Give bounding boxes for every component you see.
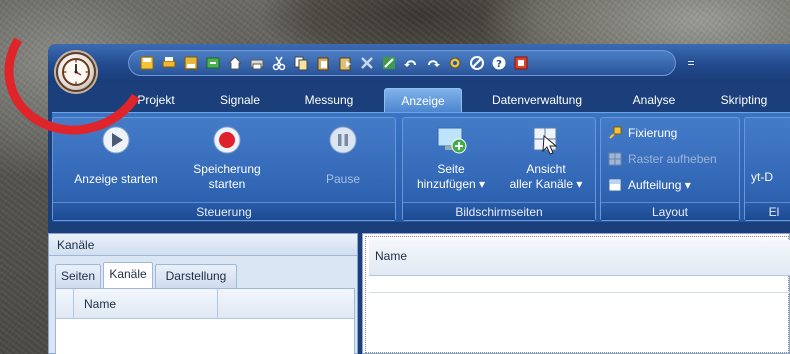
- tab-datenverwaltung[interactable]: Datenverwaltung: [472, 88, 602, 112]
- record-icon: [213, 126, 241, 154]
- aufteilung-label: Aufteilung ▾: [628, 178, 691, 192]
- export-icon[interactable]: [203, 53, 223, 73]
- stop-icon[interactable]: [467, 53, 487, 73]
- display-row-line: [369, 292, 790, 293]
- fixierung-button[interactable]: Fixierung: [607, 122, 677, 144]
- channels-grid: Name: [55, 288, 355, 354]
- row-indicator-column: [56, 289, 74, 319]
- tab-seiten[interactable]: Seiten: [55, 264, 101, 288]
- channels-grid-header: Name: [56, 289, 354, 319]
- print-icon[interactable]: [159, 53, 179, 73]
- group-title-partial: El: [745, 202, 790, 220]
- title-bar: ? =: [48, 44, 790, 82]
- group-steuerung: Anzeige starten Speicherung starten Paus…: [52, 117, 396, 221]
- tab-skripting[interactable]: Skripting: [702, 88, 786, 112]
- speicherung-label-2: starten: [208, 177, 246, 191]
- play-icon: [102, 126, 130, 154]
- copy-icon[interactable]: [291, 53, 311, 73]
- ribbon-tabs: Projekt Signale Messung Anzeige Datenver…: [48, 82, 790, 112]
- aufteilung-button[interactable]: Aufteilung ▾: [607, 174, 691, 196]
- gear-icon[interactable]: [445, 53, 465, 73]
- tab-analyse[interactable]: Analyse: [614, 88, 694, 112]
- group-title-layout: Layout: [601, 202, 739, 220]
- tab-signale[interactable]: Signale: [204, 88, 276, 112]
- paste-icon[interactable]: [313, 53, 333, 73]
- group-partial: yt-D El: [744, 117, 790, 221]
- speicherung-label-1: Speicherung: [193, 162, 261, 176]
- pause-button[interactable]: Pause: [301, 124, 385, 187]
- redo-icon[interactable]: [423, 53, 443, 73]
- save-as-icon[interactable]: [181, 53, 201, 73]
- seite-label-1: Seite: [437, 162, 465, 176]
- seite-hinzufuegen-button[interactable]: Seite hinzufügen ▾: [409, 124, 493, 192]
- home-icon[interactable]: [225, 53, 245, 73]
- help-icon[interactable]: ?: [489, 53, 509, 73]
- customize-toolbar-button[interactable]: =: [684, 54, 698, 72]
- group-layout: Fixierung Raster aufheben Aufteilung ▾ L…: [600, 117, 740, 221]
- tab-anzeige[interactable]: Anzeige: [384, 88, 462, 112]
- split-layout-icon: [608, 178, 622, 192]
- wizard-icon[interactable]: [379, 53, 399, 73]
- raster-aufheben-button[interactable]: Raster aufheben: [607, 148, 717, 170]
- paste-special-icon[interactable]: [335, 53, 355, 73]
- channels-panel-header: Kanäle: [49, 234, 357, 256]
- printer-icon[interactable]: [247, 53, 267, 73]
- group-title-steuerung: Steuerung: [53, 202, 395, 220]
- ansicht-label-2: aller Kanäle ▾: [509, 177, 583, 191]
- undo-icon[interactable]: [401, 53, 421, 73]
- pause-icon: [329, 126, 357, 154]
- group-bildschirmseiten: Seite hinzufügen ▾ Ansicht aller Kanäle …: [402, 117, 596, 221]
- seite-label-2: hinzufügen ▾: [416, 177, 486, 191]
- display-area: Name: [362, 233, 790, 354]
- cut-icon[interactable]: [269, 53, 289, 73]
- pdf-icon[interactable]: [511, 53, 531, 73]
- tab-kanaele[interactable]: Kanäle: [103, 262, 153, 288]
- cursor-grid-icon: [533, 127, 558, 155]
- column-header-name[interactable]: Name: [74, 289, 218, 319]
- svg-text:?: ?: [496, 59, 502, 70]
- group-title-bildschirmseiten: Bildschirmseiten: [403, 202, 595, 220]
- tab-messung[interactable]: Messung: [286, 88, 372, 112]
- ansicht-label-1: Ansicht: [526, 162, 566, 176]
- anzeige-starten-label: Anzeige starten: [74, 172, 158, 186]
- partial-button-label[interactable]: yt-D: [751, 170, 773, 184]
- add-page-icon: [437, 127, 467, 154]
- delete-icon[interactable]: [357, 53, 377, 73]
- pin-icon: [609, 126, 622, 139]
- quick-access-toolbar: ?: [128, 50, 676, 76]
- tab-darstellung[interactable]: Darstellung: [155, 264, 237, 288]
- channels-panel: Kanäle Seiten Kanäle Darstellung Name: [48, 233, 358, 354]
- raster-label: Raster aufheben: [628, 152, 717, 166]
- fixierung-label: Fixierung: [628, 126, 678, 140]
- grid-icon: [608, 152, 622, 166]
- display-column-header-name[interactable]: Name: [369, 240, 790, 276]
- speicherung-starten-button[interactable]: Speicherung starten: [181, 124, 273, 192]
- ribbon-panel: Anzeige starten Speicherung starten Paus…: [52, 112, 790, 222]
- ansicht-aller-kanaele-button[interactable]: Ansicht aller Kanäle ▾: [499, 124, 593, 192]
- pause-label: Pause: [325, 172, 361, 186]
